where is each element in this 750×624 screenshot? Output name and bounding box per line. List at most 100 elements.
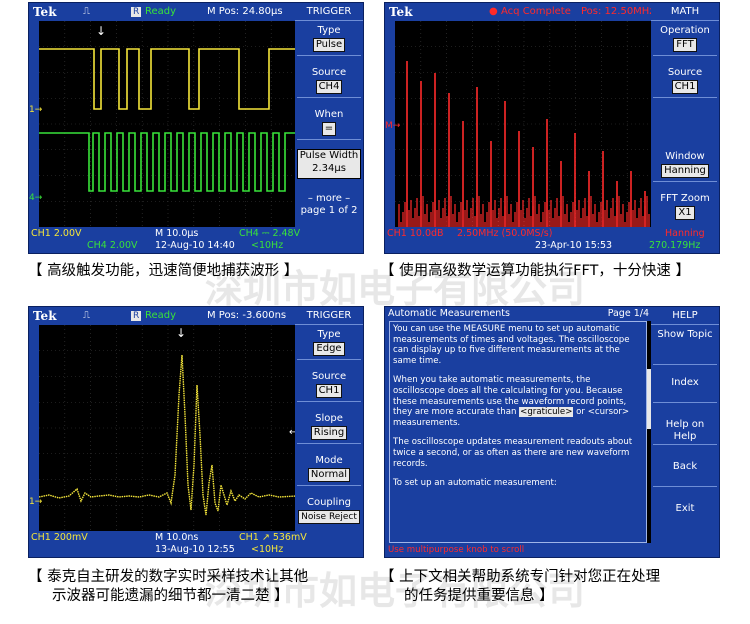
math-menu: MATH Operation FFT Source CH1 Window Hannin… [651,3,719,253]
menu-label: Type [317,25,341,36]
m-pos: M Pos: 24.80µs [207,6,283,17]
caption-line-2: 示波器可能遗漏的细节都一清二楚 】 [52,588,289,604]
menu-label: Type [317,329,341,340]
caption-fft: 【 使用高级数学运算功能执行FFT，十分快速 】 [380,263,690,279]
menu-label: Operation [660,25,710,36]
help-paragraph: You can use the MEASURE menu to set up a… [393,324,630,366]
help-title-bar: Automatic Measurements Page 1/4 [385,307,653,321]
help-paragraph: When you take automatic measurements, th… [393,375,643,428]
menu-title: TRIGGER [295,3,363,21]
menu-item-coupling[interactable]: Coupling Noise Reject [297,497,361,527]
menu-item-more[interactable]: – more – page 1 of 2 [297,193,361,220]
menu-item-exit[interactable]: Exit [653,503,717,529]
scope-panel-pulse-trigger: Tek ⎍ R Ready M Pos: 24.80µs ↓ 1→ 4→ TRI… [28,2,364,254]
menu-label: Pulse Width [299,150,359,161]
menu-label: Source [311,371,347,382]
trigger-position-marker: ↓ [96,24,106,38]
help-tail-text: measurements. [393,417,461,428]
caption-line-1: 【 上下文相关帮助系统专门针对您正在处理 [380,569,661,585]
trigger-frequency: <10Hz [251,544,284,555]
waveform-screen: ↓ ← [39,325,297,531]
menu-item-type[interactable]: Type Pulse [297,25,361,56]
fft-screen [395,21,653,227]
menu-value: CH1 [671,80,699,94]
trigger-menu: TRIGGER Type Edge Source CH1 Slope Rising M… [295,307,363,557]
waveform-plot: ↓ ← [39,325,297,531]
menu-item-window[interactable]: Window Hanning [653,151,717,182]
menu-label: Source [311,67,347,78]
tek-logo: Tek [389,5,413,19]
menu-label: FFT Zoom [660,193,710,204]
waveform-screen: ↓ [39,21,297,227]
menu-label: Exit [675,503,695,514]
menu-title: TRIGGER [295,307,363,325]
scope-panel-help: Automatic Measurements Page 1/4 You can … [384,306,720,558]
ch1-scale: CH1 200mV [31,532,88,543]
menu-item-index[interactable]: Index [653,377,717,403]
run-badge: R [131,7,142,17]
acq-status: Ready [145,6,177,17]
menu-item-slope[interactable]: Slope Rising [297,413,361,444]
help-page-number: Page 1/4 [607,308,649,319]
menu-item-show-topic[interactable]: Show Topic [653,329,717,365]
menu-item-source[interactable]: Source CH1 [297,371,361,402]
menu-label: Back [672,461,698,472]
status-bar: CH1 10.0dB 2.50MHz (50.0MS/s) Hanning 23… [385,227,719,253]
menu-value: = [321,122,337,136]
acq-status: Acq Complete [501,6,571,17]
trigger-frequency: 270.179Hz [649,240,701,251]
menu-item-mode[interactable]: Mode Normal [297,455,361,486]
date-time: 13-Aug-10 12:55 [155,544,235,555]
menu-value: Hanning [661,164,709,178]
menu-value: CH1 [315,384,343,398]
menu-item-source[interactable]: Source CH1 [653,67,717,98]
menu-item-type[interactable]: Type Edge [297,329,361,360]
menu-value: X1 [675,206,695,220]
menu-label: Help on Help [665,419,705,442]
acq-status: Ready [145,310,177,321]
run-badge: R [131,311,142,321]
caption-pulse-trigger: 【 高级触发功能，迅速简便地捕获波形 】 [28,263,299,279]
menu-item-fft-zoom[interactable]: FFT Zoom X1 [653,193,717,223]
math-ground-marker: M→ [385,121,401,131]
help-or-text: or [573,407,588,418]
timebase: M 10.0µs [155,228,199,239]
menu-value: Pulse [312,38,346,52]
menu-value: 2.34µs [310,163,348,175]
menu-item-help-on-help[interactable]: Help on Help [653,419,717,445]
menu-label: Source [667,67,703,78]
graticule-link[interactable]: <graticule> [519,407,574,418]
caption-line-2: 的任务提供重要信息 】 [404,588,554,604]
tek-logo: Tek [33,5,57,19]
menu-label: Index [671,377,699,388]
timebase: M 10.0ns [155,532,199,543]
status-bar: CH1 2.00V M 10.0µs CH4 ⎓ 2.48V CH4 2.00V… [29,227,301,253]
status-bar: CH1 200mV M 10.0ns CH1 ↗ 536mV 13-Aug-10… [29,531,307,557]
help-menu: HELP Show Topic Index Help on Help Back … [651,307,719,557]
date-time: 12-Aug-10 14:40 [155,240,235,251]
menu-item-pulse-width[interactable]: Pulse Width 2.34µs [297,149,361,179]
trigger-level: CH4 ⎓ 2.48V [239,228,301,239]
menu-value: Normal [307,468,351,482]
menu-value: FFT [673,38,697,52]
menu-item-back[interactable]: Back [653,461,717,487]
menu-label: Mode [315,455,343,466]
help-paragraph: To set up an automatic measurement: [393,478,557,489]
ch1-ground-marker: 1→ [29,497,43,507]
menu-value: Noise Reject [298,510,360,524]
menu-label: – more – [307,193,351,204]
trigger-status-icon: ⎍ [83,310,90,321]
trigger-position-marker: ↓ [176,326,186,340]
menu-item-operation[interactable]: Operation FFT [653,25,717,56]
trigger-menu: TRIGGER Type Pulse Source CH4 When = Pulse … [295,3,363,253]
cursor-link[interactable]: <cursor> [588,407,629,417]
menu-item-source[interactable]: Source CH4 [297,67,361,98]
waveform-plot: ↓ [39,21,297,227]
menu-item-when[interactable]: When = [297,109,361,140]
date-time: 23-Apr-10 15:53 [535,240,613,251]
menu-value: Edge [313,342,345,356]
caption-realtime-sampling: 【 泰克自主研发的数字实时采样技术让其他 示波器可能遗漏的细节都一清二楚 】 [28,568,308,606]
menu-value: page 1 of 2 [300,205,358,216]
menu-label: When [314,109,344,120]
sample-rate: 2.50MHz (50.0MS/s) [457,228,553,239]
